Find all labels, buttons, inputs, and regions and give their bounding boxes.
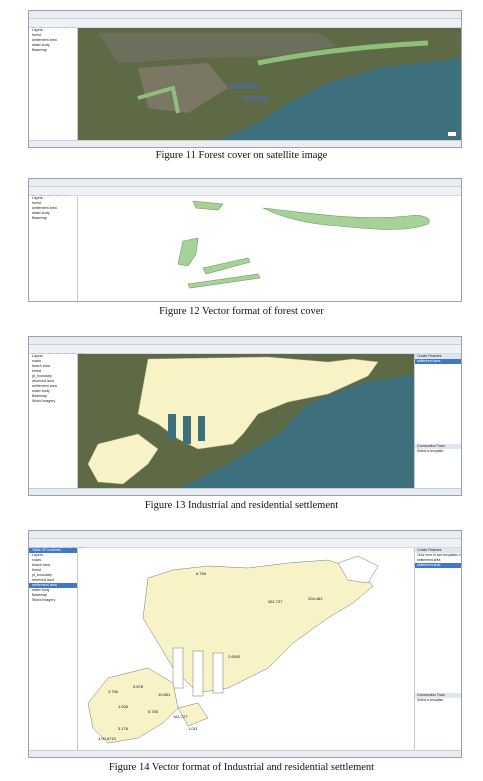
map-view[interactable]: 6.755 261.727 204.483 2.6592 5.678 3.756… — [78, 548, 414, 751]
figure-14-caption: Figure 14 Vector format of Industrial an… — [108, 762, 375, 773]
figure-12-caption: Figure 12 Vector format of forest cover — [159, 306, 324, 317]
settlement-vector-map: 6.755 261.727 204.483 2.6592 5.678 3.756… — [87, 555, 379, 744]
map-label: 5.678 — [133, 684, 144, 689]
table-of-contents: Table Of Contents Layers roads beach are… — [29, 548, 78, 757]
menu-bar: File Edit View Bookmarks Insert Selectio… — [29, 531, 461, 545]
map-label: 2.6592 — [228, 654, 241, 659]
map-label: 161.727 — [173, 714, 188, 719]
map-label: 1.011 — [188, 726, 198, 731]
menu-bar: File Edit View Bookmarks Insert Selectio… — [29, 337, 461, 351]
toc-layer-basemap[interactable]: Basemap — [29, 48, 77, 53]
toc-layer-world-imagery[interactable]: World Imagery — [29, 598, 77, 603]
table-of-contents: Layers forest settlement area water body… — [29, 28, 78, 147]
toc-layer-basemap[interactable]: Basemap — [29, 216, 77, 221]
map-label: 3.756 — [108, 689, 119, 694]
status-bar — [29, 488, 461, 495]
table-of-contents: Layers roads beach area forest pt_bounda… — [29, 354, 78, 495]
map-label: 3.00.8710 — [98, 736, 117, 741]
figure-14-screenshot: File Edit View Bookmarks Insert Selectio… — [28, 530, 462, 758]
table-of-contents: Layers forest settlement area water body… — [29, 196, 78, 301]
map-view[interactable] — [78, 28, 461, 140]
map-label: 204.483 — [308, 596, 323, 601]
figure-11-caption: Figure 11 Forest cover on satellite imag… — [155, 150, 328, 161]
menu-bar: File Edit View Bookmarks — [29, 179, 461, 193]
construction-tools-hint: Select a template. — [417, 698, 445, 702]
map-label: 6.755 — [196, 571, 207, 576]
toolbar — [29, 539, 461, 552]
map-label: 1.006 — [118, 704, 129, 709]
figure-11-screenshot: File Edit View Bookmarks Insert Layers f… — [28, 10, 462, 148]
forest-vector-map — [177, 200, 430, 289]
toolbar — [29, 187, 461, 200]
map-label: 5.755 — [148, 709, 159, 714]
toc-layer-world-imagery[interactable]: World Imagery — [29, 399, 77, 404]
map-view[interactable] — [78, 196, 461, 301]
construction-tools-hint: Select a template. — [417, 449, 445, 453]
settlement-overlay-map — [78, 354, 414, 489]
create-features-panel: Create Features settlement area Construc… — [414, 354, 461, 489]
figure-12-screenshot: File Edit View Bookmarks Layers forest s… — [28, 178, 462, 302]
status-bar — [29, 750, 461, 757]
map-label: 261.727 — [268, 599, 283, 604]
figure-13-caption: Figure 13 Industrial and residential set… — [144, 500, 339, 511]
figure-13-screenshot: File Edit View Bookmarks Insert Selectio… — [28, 336, 462, 496]
map-label: 10.851 — [158, 692, 171, 697]
menu-bar: File Edit View Bookmarks Insert — [29, 11, 461, 25]
satellite-image — [78, 28, 461, 140]
create-features-panel: Create Features Click here to see templa… — [414, 548, 461, 751]
toolbar — [29, 19, 461, 32]
status-bar — [29, 140, 461, 147]
map-view[interactable] — [78, 354, 414, 489]
map-label: 3.176 — [118, 726, 129, 731]
toolbar — [29, 345, 461, 358]
